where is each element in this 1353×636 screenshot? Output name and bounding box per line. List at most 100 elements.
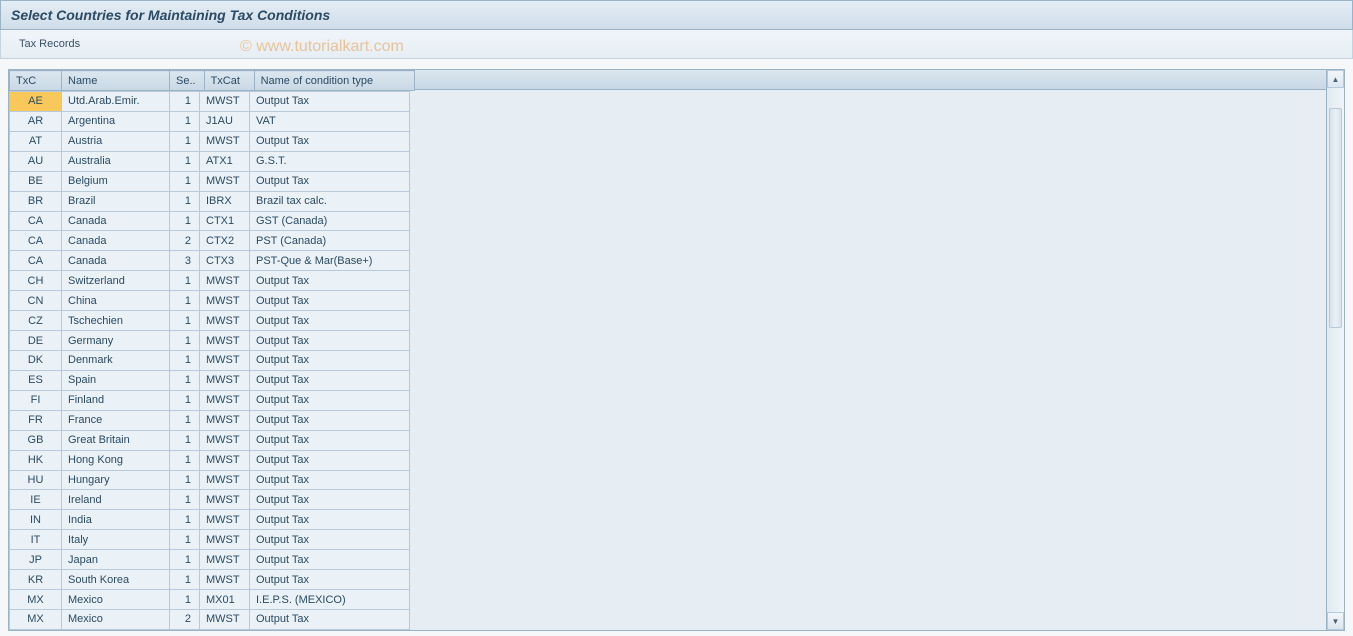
cell-cond[interactable]: Output Tax [250,550,410,570]
cell-txc[interactable]: IN [10,510,62,530]
cell-cond[interactable]: Output Tax [250,171,410,191]
cell-txcat[interactable]: MWST [200,609,250,629]
cell-se[interactable]: 1 [170,510,200,530]
table-row[interactable]: ARArgentina1J1AUVAT [10,111,410,131]
cell-txc[interactable]: CA [10,231,62,251]
cell-txcat[interactable]: MWST [200,331,250,351]
cell-cond[interactable]: Output Tax [250,609,410,629]
cell-se[interactable]: 1 [170,151,200,171]
cell-cond[interactable]: Output Tax [250,410,410,430]
cell-cond[interactable]: Output Tax [250,311,410,331]
cell-cond[interactable]: Output Tax [250,470,410,490]
cell-name[interactable]: Canada [62,211,170,231]
cell-name[interactable]: Japan [62,550,170,570]
table-row[interactable]: KRSouth Korea1MWSTOutput Tax [10,570,410,590]
table-row[interactable]: AEUtd.Arab.Emir.1MWSTOutput Tax [10,92,410,112]
col-header-txc[interactable]: TxC [10,71,62,91]
cell-txcat[interactable]: IBRX [200,191,250,211]
cell-cond[interactable]: Output Tax [250,490,410,510]
table-row[interactable]: CNChina1MWSTOutput Tax [10,291,410,311]
table-row[interactable]: BEBelgium1MWSTOutput Tax [10,171,410,191]
cell-txc[interactable]: IE [10,490,62,510]
table-row[interactable]: BRBrazil1IBRXBrazil tax calc. [10,191,410,211]
scroll-track[interactable] [1327,88,1344,612]
cell-txc[interactable]: MX [10,590,62,610]
cell-se[interactable]: 2 [170,609,200,629]
cell-se[interactable]: 1 [170,331,200,351]
cell-cond[interactable]: Output Tax [250,331,410,351]
cell-cond[interactable]: Output Tax [250,570,410,590]
table-row[interactable]: DEGermany1MWSTOutput Tax [10,331,410,351]
cell-se[interactable]: 1 [170,171,200,191]
cell-txc[interactable]: CA [10,211,62,231]
cell-txc[interactable]: HK [10,450,62,470]
cell-txc[interactable]: IT [10,530,62,550]
cell-txcat[interactable]: MWST [200,171,250,191]
cell-txcat[interactable]: MWST [200,570,250,590]
cell-se[interactable]: 1 [170,530,200,550]
cell-se[interactable]: 1 [170,430,200,450]
cell-se[interactable]: 1 [170,311,200,331]
cell-name[interactable]: Germany [62,331,170,351]
cell-txcat[interactable]: MWST [200,370,250,390]
cell-txcat[interactable]: MWST [200,92,250,112]
cell-cond[interactable]: Output Tax [250,530,410,550]
table-row[interactable]: CZTschechien1MWSTOutput Tax [10,311,410,331]
cell-name[interactable]: Brazil [62,191,170,211]
col-header-name[interactable]: Name [62,71,170,91]
cell-se[interactable]: 2 [170,231,200,251]
cell-cond[interactable]: Brazil tax calc. [250,191,410,211]
table-row[interactable]: IEIreland1MWSTOutput Tax [10,490,410,510]
cell-txc[interactable]: CA [10,251,62,271]
table-row[interactable]: MXMexico2MWSTOutput Tax [10,609,410,629]
cell-cond[interactable]: Output Tax [250,291,410,311]
cell-txcat[interactable]: ATX1 [200,151,250,171]
table-row[interactable]: CACanada1CTX1GST (Canada) [10,211,410,231]
cell-txcat[interactable]: MWST [200,530,250,550]
cell-cond[interactable]: VAT [250,111,410,131]
cell-txcat[interactable]: MWST [200,390,250,410]
scroll-down-button[interactable]: ▼ [1327,612,1344,630]
cell-txc[interactable]: ES [10,370,62,390]
cell-se[interactable]: 1 [170,490,200,510]
cell-txcat[interactable]: CTX2 [200,231,250,251]
cell-cond[interactable]: PST-Que & Mar(Base+) [250,251,410,271]
table-row[interactable]: DKDenmark1MWSTOutput Tax [10,350,410,370]
cell-txc[interactable]: DE [10,331,62,351]
cell-txc[interactable]: FR [10,410,62,430]
cell-txcat[interactable]: CTX3 [200,251,250,271]
cell-se[interactable]: 1 [170,370,200,390]
cell-se[interactable]: 1 [170,131,200,151]
cell-name[interactable]: Hong Kong [62,450,170,470]
cell-txc[interactable]: FI [10,390,62,410]
cell-se[interactable]: 1 [170,211,200,231]
col-header-txcat[interactable]: TxCat [204,71,254,91]
cell-txc[interactable]: HU [10,470,62,490]
col-header-cond[interactable]: Name of condition type [254,71,414,91]
cell-txc[interactable]: AR [10,111,62,131]
cell-name[interactable]: Austria [62,131,170,151]
cell-se[interactable]: 3 [170,251,200,271]
cell-name[interactable]: Tschechien [62,311,170,331]
table-row[interactable]: HKHong Kong1MWSTOutput Tax [10,450,410,470]
cell-cond[interactable]: Output Tax [250,390,410,410]
cell-txc[interactable]: JP [10,550,62,570]
cell-cond[interactable]: Output Tax [250,370,410,390]
cell-cond[interactable]: I.E.P.S. (MEXICO) [250,590,410,610]
cell-txcat[interactable]: MX01 [200,590,250,610]
table-row[interactable]: INIndia1MWSTOutput Tax [10,510,410,530]
cell-txc[interactable]: MX [10,609,62,629]
cell-txc[interactable]: CH [10,271,62,291]
cell-txcat[interactable]: MWST [200,550,250,570]
cell-name[interactable]: Mexico [62,590,170,610]
table-row[interactable]: ITItaly1MWSTOutput Tax [10,530,410,550]
cell-cond[interactable]: Output Tax [250,271,410,291]
cell-name[interactable]: France [62,410,170,430]
cell-txcat[interactable]: MWST [200,350,250,370]
cell-cond[interactable]: Output Tax [250,450,410,470]
cell-se[interactable]: 1 [170,550,200,570]
cell-se[interactable]: 1 [170,92,200,112]
cell-name[interactable]: Canada [62,231,170,251]
vertical-scrollbar[interactable]: ▲ ▼ [1326,70,1344,630]
cell-se[interactable]: 1 [170,111,200,131]
